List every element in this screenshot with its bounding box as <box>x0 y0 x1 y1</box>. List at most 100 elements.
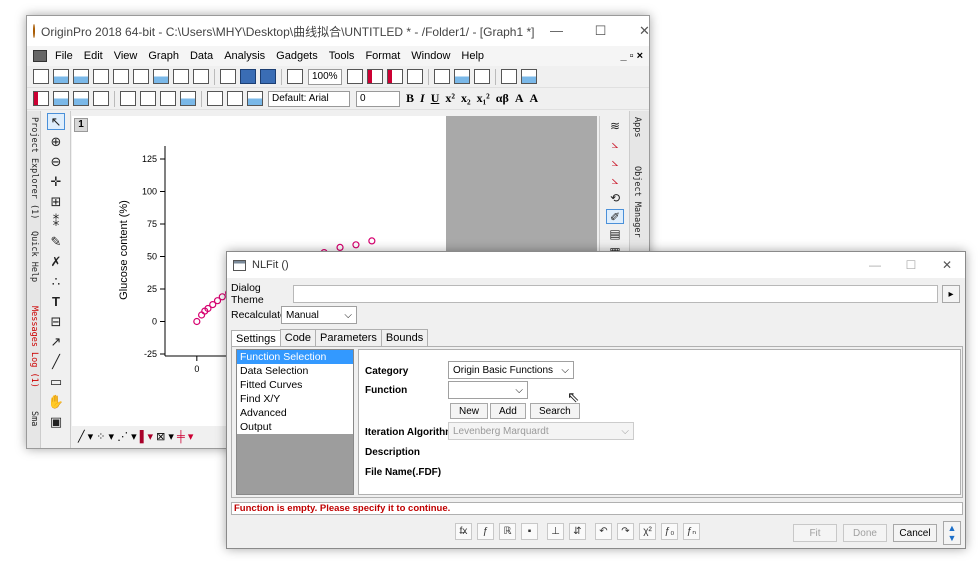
add-layer-icon[interactable]: ✐ <box>606 209 624 224</box>
fit-1-iteration-icon[interactable]: ƒ₀ <box>661 523 678 540</box>
quick-help-tab[interactable]: Quick Help <box>29 231 39 282</box>
text-tool-icon[interactable]: T <box>47 293 65 310</box>
menu-help[interactable]: Help <box>461 50 484 62</box>
underline-button[interactable]: U <box>431 91 440 106</box>
messages-log-tab[interactable]: Messages Log (1) <box>29 306 39 388</box>
category-combo[interactable]: Origin Basic Functions ⌵ <box>448 361 574 379</box>
set-values-icon[interactable] <box>93 91 109 106</box>
tree-item-fitted-curves[interactable]: Fitted Curves <box>237 378 353 392</box>
recalculate-combo[interactable]: Manual ⌵ <box>281 306 357 324</box>
object-manager-tab[interactable]: Object Manager <box>632 166 642 238</box>
save-icon[interactable]: ▪ <box>521 523 538 540</box>
save-project-icon[interactable] <box>240 69 256 84</box>
legend-icon[interactable]: ▤ <box>606 227 624 242</box>
tree-item-find-xy[interactable]: Find X/Y <box>237 392 353 406</box>
layer-indicator[interactable]: 1 <box>74 118 88 132</box>
tab-code[interactable]: Code <box>279 329 317 346</box>
import-icon[interactable] <box>173 69 189 84</box>
open-folder-icon[interactable] <box>220 69 236 84</box>
menu-gadgets[interactable]: Gadgets <box>276 50 318 62</box>
new-function-button[interactable]: New <box>450 403 489 419</box>
tree-item-advanced[interactable]: Advanced <box>237 406 353 420</box>
tree-item-function-selection[interactable]: Function Selection <box>237 350 353 364</box>
project-explorer-tab[interactable]: Project Explorer (1) <box>29 117 39 219</box>
font-combo[interactable]: Default: Arial <box>268 90 350 107</box>
expand-collapse-button[interactable]: ▲ ▼ <box>943 521 961 545</box>
new-layout-icon[interactable] <box>113 69 129 84</box>
hand-tool-icon[interactable]: ✋ <box>47 393 65 410</box>
mdi-window-controls[interactable]: _ ▫ × <box>620 50 643 62</box>
increase-font-button[interactable]: A <box>515 91 524 106</box>
line-symbol-plot-icon[interactable]: ⋰ ▾ <box>117 430 137 443</box>
supersubscript-button[interactable]: x₁² <box>477 91 490 106</box>
smart-hint-tab[interactable]: Sma <box>29 411 39 426</box>
column-icon[interactable] <box>140 91 156 106</box>
code-builder-icon[interactable] <box>406 69 423 84</box>
superscript-button[interactable]: x² <box>445 91 455 106</box>
statistics-icon[interactable] <box>120 91 136 106</box>
insert-graph-tool-icon[interactable]: ▣ <box>47 413 65 430</box>
origin-minimize-button[interactable]: — <box>534 23 578 39</box>
tree-item-output[interactable]: Output <box>237 420 353 434</box>
one-iteration-icon[interactable]: ↶ <box>595 523 612 540</box>
project-explorer-icon[interactable] <box>473 69 490 84</box>
results-log-icon[interactable] <box>433 69 450 84</box>
row-icon[interactable] <box>160 91 176 106</box>
arrow-tool-icon[interactable]: ↗ <box>47 333 65 350</box>
add-function-button[interactable]: Add <box>490 403 526 419</box>
init-fit-icon[interactable]: ⇵ <box>569 523 586 540</box>
color-scale-tool-icon[interactable]: ⊟ <box>47 313 65 330</box>
rescale-icon[interactable] <box>287 69 303 84</box>
zoom-in-tool-icon[interactable]: ⊕ <box>47 133 65 150</box>
nlfit-close-button[interactable]: ✕ <box>929 258 965 272</box>
subscript-button[interactable]: x₂ <box>461 91 471 106</box>
print-icon[interactable] <box>346 69 363 84</box>
data-reader-tool-icon[interactable]: ✛ <box>47 173 65 190</box>
chi-square-icon[interactable]: χ² <box>639 523 656 540</box>
paste-icon[interactable] <box>247 91 263 106</box>
font-size-combo[interactable]: 0 <box>356 90 400 107</box>
sort-icon[interactable] <box>73 91 89 106</box>
command-window-icon[interactable] <box>453 69 470 84</box>
zoom-out-tool-icon[interactable]: ⊖ <box>47 153 65 170</box>
worksheet-icon[interactable] <box>53 91 69 106</box>
tab-bounds[interactable]: Bounds <box>380 329 429 346</box>
rescale-x-icon[interactable]: ⦣ <box>606 137 624 152</box>
draw-data-tool-icon[interactable]: ∴ <box>47 273 65 290</box>
menu-graph[interactable]: Graph <box>148 50 179 62</box>
new-function-icon[interactable] <box>133 69 149 84</box>
new-matrix-icon[interactable] <box>73 69 89 84</box>
add-column-icon[interactable] <box>33 91 49 106</box>
cut-icon[interactable] <box>207 91 223 106</box>
data-selector-tool-icon[interactable]: ⁑ <box>47 213 65 230</box>
column-plot-icon[interactable]: ▌▾ <box>140 430 153 443</box>
pointer-tool-icon[interactable]: ↖ <box>47 113 65 130</box>
graph-window-icon[interactable] <box>33 50 47 62</box>
function-organizer-icon[interactable]: ℝ <box>499 523 516 540</box>
done-button[interactable]: Done <box>843 524 887 542</box>
copy-icon[interactable] <box>227 91 243 106</box>
bold-button[interactable]: B <box>406 91 414 106</box>
fit-function-icon[interactable]: ƒ <box>477 523 494 540</box>
new-workbook-icon[interactable] <box>53 69 69 84</box>
zoom-combo[interactable]: 100% <box>308 68 342 85</box>
mask-tool-icon[interactable]: ✗ <box>47 253 65 270</box>
menu-tools[interactable]: Tools <box>329 50 355 62</box>
screen-reader-tool-icon[interactable]: ⊞ <box>47 193 65 210</box>
menu-analysis[interactable]: Analysis <box>224 50 265 62</box>
tab-settings[interactable]: Settings <box>231 330 281 347</box>
fit-all-iterations-icon[interactable]: ƒₙ <box>683 523 700 540</box>
line-plot-icon[interactable]: ╱ ▾ <box>78 430 93 443</box>
scatter-plot-icon[interactable]: ⁘ ▾ <box>96 430 114 443</box>
multi-panel-icon[interactable]: ⊠ ▾ <box>156 430 174 443</box>
italic-button[interactable]: I <box>420 91 425 106</box>
fit-button[interactable]: Fit <box>793 524 837 542</box>
origin-close-button[interactable]: ✕ <box>622 23 649 39</box>
save-template-icon[interactable] <box>260 69 276 84</box>
menu-format[interactable]: Format <box>365 50 400 62</box>
fit-preview-icon[interactable]: f̶x <box>455 523 472 540</box>
refresh-graph-icon[interactable]: ⟲ <box>606 191 624 206</box>
nlfit-minimize-button[interactable]: — <box>857 258 893 272</box>
decrease-font-button[interactable]: A <box>529 91 538 106</box>
menu-view[interactable]: View <box>114 50 138 62</box>
